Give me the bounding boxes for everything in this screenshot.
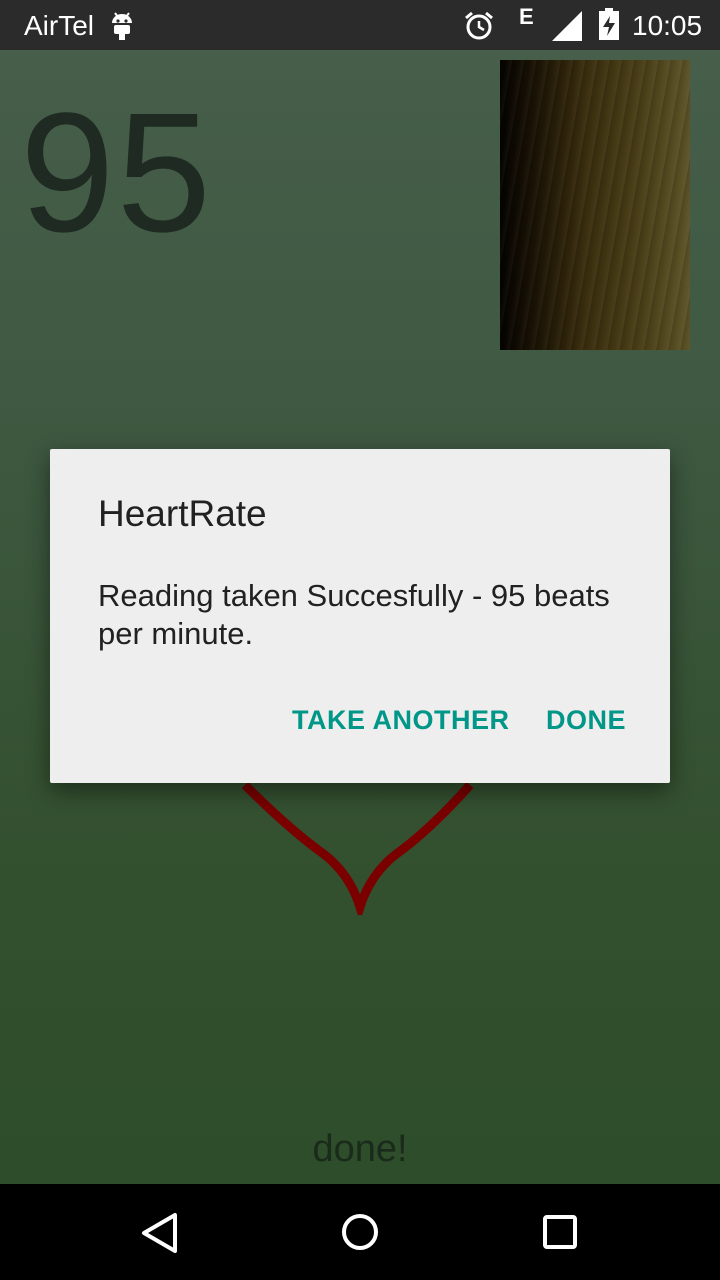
take-another-button[interactable]: TAKE ANOTHER [292, 705, 510, 736]
status-text: done! [312, 1128, 408, 1170]
battery-charging-icon [598, 8, 620, 40]
status-bar: AirTel E 10:05 [0, 0, 720, 50]
android-icon [110, 10, 134, 40]
carrier-name: AirTel [24, 10, 95, 41]
back-icon[interactable] [140, 1212, 180, 1254]
dialog-message: Reading taken Succesfully - 95 beats per… [98, 578, 610, 651]
network-type: E [519, 4, 534, 29]
result-dialog: HeartRate Reading taken Succesfully - 95… [50, 449, 670, 783]
camera-preview [500, 60, 690, 350]
bpm-readout: 95 [20, 78, 214, 268]
done-button[interactable]: DONE [546, 705, 626, 736]
dialog-title: HeartRate [98, 493, 267, 534]
navigation-bar [0, 1184, 720, 1280]
alarm-icon [463, 10, 495, 42]
signal-icon [550, 10, 584, 42]
recents-icon[interactable] [542, 1214, 578, 1250]
heart-outline-graphic [241, 781, 474, 915]
clock: 10:05 [632, 10, 703, 41]
home-icon[interactable] [340, 1212, 380, 1252]
